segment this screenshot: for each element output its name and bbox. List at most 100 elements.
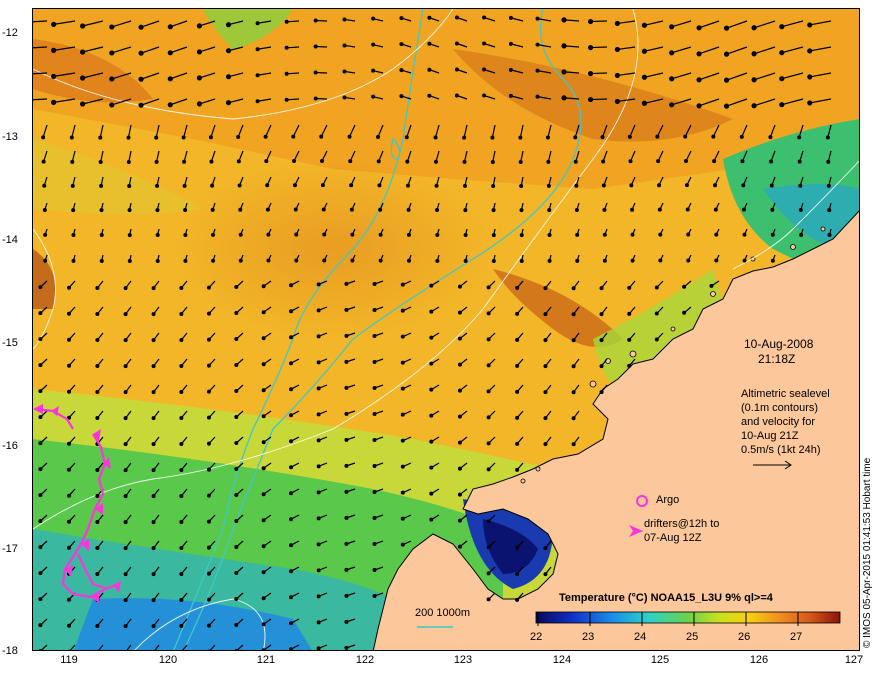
velocity-arrow-head bbox=[519, 258, 524, 263]
lat-label: -13 bbox=[2, 131, 18, 143]
velocity-arrow-head bbox=[67, 649, 71, 650]
velocity-arrow-head bbox=[38, 389, 43, 394]
velocity-arrow-head bbox=[349, 183, 354, 188]
velocity-arrow-head bbox=[376, 159, 381, 164]
velocity-arrow-head bbox=[654, 285, 659, 290]
velocity-arrow-head bbox=[518, 159, 523, 164]
velocity-arrow-head bbox=[348, 159, 353, 164]
velocity-arrow-head bbox=[546, 159, 551, 164]
velocity-arrow-head bbox=[807, 100, 813, 106]
lat-label: -17 bbox=[2, 543, 18, 555]
velocity-arrow-head bbox=[261, 336, 266, 341]
velocity-arrow-head bbox=[316, 620, 321, 625]
velocity-arrow-head bbox=[713, 207, 718, 212]
velocity-arrow-head bbox=[508, 41, 513, 46]
velocity-arrow-head bbox=[371, 94, 376, 99]
lat-label: -18 bbox=[2, 645, 18, 657]
velocity-arrow-head bbox=[123, 468, 128, 473]
velocity-arrow-head bbox=[658, 258, 663, 263]
velocity-arrow-head bbox=[126, 159, 131, 164]
velocity-arrow-head bbox=[206, 571, 211, 576]
velocity-arrow-head bbox=[151, 286, 156, 291]
velocity-arrow-head bbox=[151, 494, 156, 499]
velocity-arrow-head bbox=[179, 416, 184, 421]
velocity-arrow-head bbox=[543, 364, 548, 369]
velocity-arrow-head bbox=[491, 233, 496, 238]
velocity-arrow-head bbox=[225, 74, 232, 80]
velocity-arrow-head bbox=[123, 494, 128, 499]
velocity-arrow-head bbox=[151, 572, 156, 577]
velocity-arrow-head bbox=[292, 183, 297, 188]
velocity-arrow-head bbox=[179, 286, 184, 291]
velocity-arrow-head bbox=[826, 183, 831, 188]
velocity-arrow-head bbox=[316, 386, 321, 391]
velocity-arrow-head bbox=[400, 516, 405, 521]
velocity-arrow-head bbox=[98, 159, 103, 164]
drifters-label-2: 07-Aug 12Z bbox=[644, 532, 702, 544]
velocity-arrow-head bbox=[109, 50, 115, 56]
velocity-arrow-head bbox=[151, 520, 156, 525]
velocity-arrow-head bbox=[515, 441, 520, 446]
velocity-arrow-head bbox=[255, 99, 260, 104]
velocity-arrow-head bbox=[234, 597, 239, 602]
velocity-arrow-head bbox=[614, 72, 620, 79]
velocity-arrow-head bbox=[66, 545, 71, 550]
velocity-arrow-head bbox=[435, 258, 440, 263]
velocity-arrow-head bbox=[630, 207, 635, 212]
velocity-arrow-head bbox=[482, 67, 487, 72]
velocity-arrow-head bbox=[179, 520, 184, 525]
velocity-arrow-head bbox=[535, 68, 540, 73]
velocity-arrow-head bbox=[602, 258, 607, 263]
velocity-arrow-head bbox=[482, 15, 487, 20]
lat-label: -16 bbox=[2, 440, 18, 452]
velocity-arrow-head bbox=[543, 338, 548, 343]
velocity-arrow-head bbox=[463, 208, 468, 213]
velocity-arrow-head bbox=[490, 135, 495, 140]
sst-map[interactable] bbox=[33, 9, 860, 651]
velocity-arrow-head bbox=[123, 416, 128, 421]
velocity-arrow-head bbox=[234, 337, 239, 342]
velocity-arrow-head bbox=[261, 284, 266, 289]
velocity-arrow-head bbox=[769, 159, 774, 164]
velocity-arrow-head bbox=[482, 41, 487, 46]
velocity-arrow-head bbox=[486, 571, 491, 576]
velocity-arrow-head bbox=[457, 362, 462, 367]
velocity-arrow-head bbox=[630, 258, 635, 263]
velocity-arrow-head bbox=[462, 183, 467, 188]
velocity-arrow-head bbox=[255, 47, 260, 52]
velocity-arrow-head bbox=[123, 390, 128, 395]
velocity-arrow-head bbox=[123, 312, 128, 317]
velocity-arrow-head bbox=[798, 183, 803, 188]
velocity-arrow-head bbox=[406, 183, 411, 188]
velocity-arrow-head bbox=[320, 183, 325, 188]
velocity-arrow-head bbox=[234, 623, 239, 628]
velocity-arrow-head bbox=[669, 24, 675, 30]
velocity-arrow-head bbox=[486, 519, 491, 524]
velocity-arrow-head bbox=[614, 98, 620, 105]
velocity-arrow-head bbox=[263, 134, 268, 139]
velocity-arrow-head bbox=[234, 415, 239, 420]
velocity-arrow-head bbox=[543, 416, 548, 421]
velocity-arrow-head bbox=[322, 258, 327, 263]
velocity-arrow-head bbox=[38, 467, 43, 472]
velocity-arrow-head bbox=[378, 232, 383, 237]
velocity-arrow-head bbox=[372, 334, 377, 339]
velocity-arrow-head bbox=[571, 338, 576, 343]
velocity-arrow-head bbox=[741, 183, 746, 188]
velocity-arrow-head bbox=[827, 208, 832, 213]
velocity-arrow-head bbox=[491, 183, 496, 188]
velocity-arrow-head bbox=[179, 624, 184, 629]
velocity-arrow-head bbox=[167, 102, 173, 108]
velocity-arrow-head bbox=[289, 413, 294, 418]
velocity-arrow-head bbox=[109, 102, 115, 108]
velocity-arrow-head bbox=[237, 183, 242, 188]
velocity-arrow-head bbox=[457, 388, 462, 393]
velocity-arrow-head bbox=[261, 622, 266, 627]
velocity-arrow-head bbox=[454, 41, 459, 46]
velocity-arrow-head bbox=[683, 159, 688, 164]
velocity-arrow-head bbox=[261, 544, 266, 549]
velocity-arrow-head bbox=[454, 15, 459, 20]
velocity-arrow-head bbox=[696, 51, 702, 57]
velocity-arrow-head bbox=[344, 541, 349, 546]
velocity-arrow-head bbox=[429, 335, 434, 340]
